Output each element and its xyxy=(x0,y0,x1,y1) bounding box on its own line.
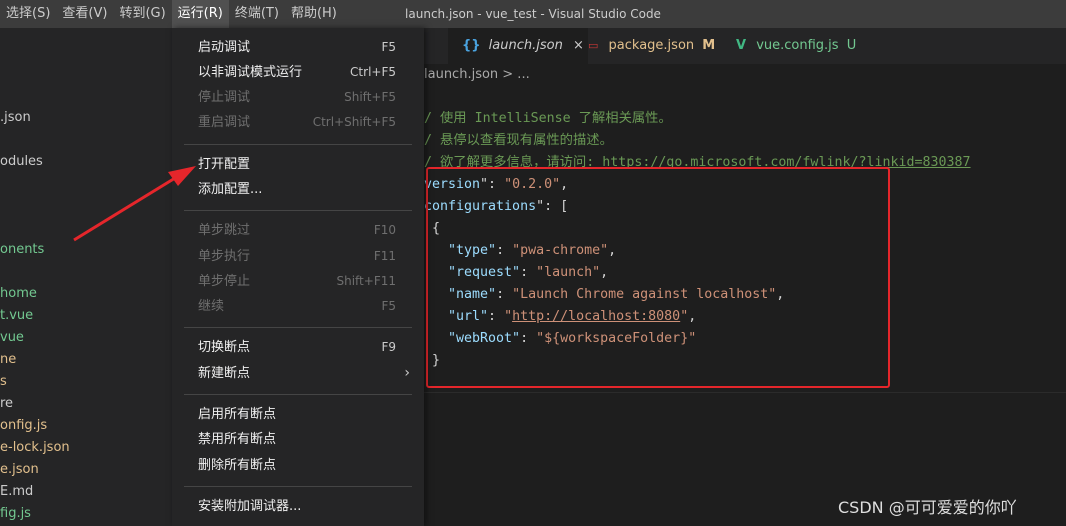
arrow-annotation xyxy=(73,166,196,242)
watermark: CSDN @可可爱爱的你吖 xyxy=(838,498,1017,517)
